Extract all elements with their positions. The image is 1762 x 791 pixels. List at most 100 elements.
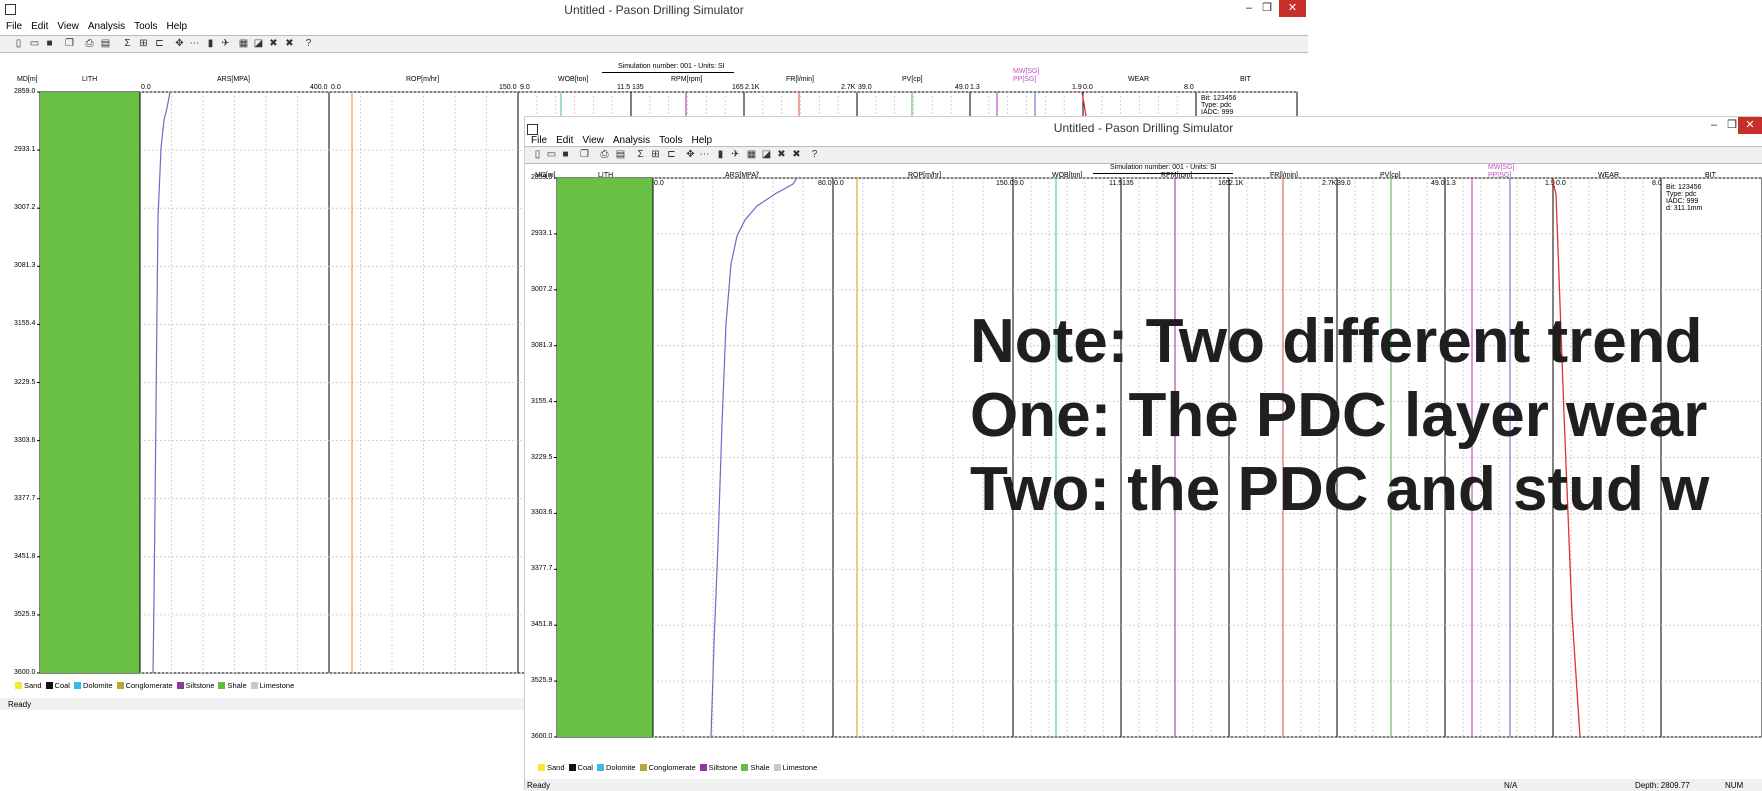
print-icon[interactable]: ⎙ xyxy=(599,149,610,160)
sum-icon[interactable]: Σ xyxy=(122,38,133,49)
depth-tick-label: 3155.4 xyxy=(531,397,553,405)
bug-icon-2[interactable]: ✖ xyxy=(791,149,802,160)
back-toolbar: ▯ ▭ ■ ❐ ⎙ ▤ Σ ⊞ ⊏ ✥ ⋯ ▮ ✈ ▦ ◪ ✖ ✖ ? xyxy=(0,35,1308,53)
print-icon[interactable]: ⎙ xyxy=(84,38,95,49)
note-line-3: Two: the PDC and stud w xyxy=(970,455,1710,524)
tool-icon-2[interactable]: ✈ xyxy=(730,149,741,160)
depth-tick-label: 3303.6 xyxy=(14,436,36,444)
help-icon[interactable]: ? xyxy=(303,38,314,49)
menu-tools[interactable]: Tools xyxy=(134,21,157,32)
tool-icon-2[interactable]: ✈ xyxy=(220,38,231,49)
save-icon[interactable]: ■ xyxy=(44,38,55,49)
bit-info-line: d: 311.1mm xyxy=(1666,205,1703,212)
annotation-note: Note: Two different trend One: The PDC l… xyxy=(970,305,1709,527)
legend-swatch xyxy=(538,764,545,771)
chart-icon[interactable]: ⊞ xyxy=(650,149,661,160)
chart-icon[interactable]: ⊞ xyxy=(138,38,149,49)
tool-icon-1[interactable]: ▮ xyxy=(715,149,726,160)
move-icon[interactable]: ✥ xyxy=(685,149,696,160)
menu-view[interactable]: View xyxy=(57,21,79,32)
bug-icon-2[interactable]: ✖ xyxy=(284,38,295,49)
open-icon[interactable]: ▭ xyxy=(29,38,40,49)
restore-button[interactable]: ❐ xyxy=(1258,0,1276,17)
new-icon[interactable]: ▯ xyxy=(13,38,24,49)
legend-label: Shale xyxy=(227,681,247,690)
grid-icon[interactable]: ▦ xyxy=(238,38,249,49)
back-title-bar: Untitled - Pason Drilling Simulator – ❐ … xyxy=(0,0,1308,20)
legend-label: Dolomite xyxy=(605,763,636,772)
depth-tick-label: 2933.1 xyxy=(531,229,553,237)
legend-swatch xyxy=(15,682,22,689)
front-lithology-legend: Sand Coal Dolomite Conglomerate Siltstone Sha… xyxy=(534,763,817,772)
menu-edit[interactable]: Edit xyxy=(31,21,48,32)
depth-tick-label: 3377.7 xyxy=(14,494,36,502)
menu-tools[interactable]: Tools xyxy=(659,135,682,146)
zoom-icon[interactable]: ◪ xyxy=(253,38,264,49)
preview-icon[interactable]: ▤ xyxy=(100,38,111,49)
flag-icon[interactable]: ⊏ xyxy=(666,149,677,160)
menu-analysis[interactable]: Analysis xyxy=(88,21,125,32)
minimize-button[interactable]: – xyxy=(1240,0,1258,17)
legend-label: Sand xyxy=(24,681,42,690)
open-icon[interactable]: ▭ xyxy=(546,149,557,160)
help-icon[interactable]: ? xyxy=(809,149,820,160)
legend-label: Limestone xyxy=(259,681,295,690)
legend-swatch xyxy=(45,682,53,689)
legend-label: Conglomerate xyxy=(648,763,696,772)
legend-swatch xyxy=(639,764,647,771)
bit-info-line: IADC: 999 xyxy=(1666,198,1699,205)
front-toolbar: ▯ ▭ ■ ❐ ⎙ ▤ Σ ⊞ ⊏ ✥ ⋯ ▮ ✈ ▦ ◪ ✖ ✖ ? xyxy=(525,146,1762,164)
status-na: N/A xyxy=(1504,781,1518,790)
legend-swatch xyxy=(773,764,781,771)
menu-file[interactable]: File xyxy=(6,21,22,32)
menu-view[interactable]: View xyxy=(582,135,604,146)
move-icon[interactable]: ✥ xyxy=(174,38,185,49)
menu-help[interactable]: Help xyxy=(691,135,712,146)
save-icon[interactable]: ■ xyxy=(560,149,571,160)
back-menu-bar: File Edit View Analysis Tools Help xyxy=(0,21,1308,35)
legend-label: Coal xyxy=(54,681,70,690)
flag-icon[interactable]: ⊏ xyxy=(154,38,165,49)
legend-label: Conglomerate xyxy=(125,681,173,690)
menu-help[interactable]: Help xyxy=(166,21,187,32)
dash-icon[interactable]: ⋯ xyxy=(189,38,200,49)
tool-icon-1[interactable]: ▮ xyxy=(205,38,216,49)
legend-swatch xyxy=(568,764,576,771)
bug-icon-1[interactable]: ✖ xyxy=(268,38,279,49)
depth-tick-label: 3081.3 xyxy=(14,262,36,270)
back-lithology-legend: Sand Coal Dolomite Conglomerate Siltstone Sha… xyxy=(11,681,294,690)
copy-icon[interactable]: ❐ xyxy=(64,38,75,49)
legend-label: Coal xyxy=(577,763,593,772)
depth-tick-label: 3600.0 xyxy=(14,669,36,676)
legend-swatch xyxy=(176,682,184,689)
legend-label: Limestone xyxy=(782,763,818,772)
grid-icon[interactable]: ▦ xyxy=(746,149,757,160)
menu-analysis[interactable]: Analysis xyxy=(613,135,650,146)
preview-icon[interactable]: ▤ xyxy=(615,149,626,160)
menu-file[interactable]: File xyxy=(531,135,547,146)
depth-tick-label: 3007.2 xyxy=(531,285,553,293)
depth-tick-label: 2859.0 xyxy=(14,88,36,95)
legend-label: Siltstone xyxy=(708,763,738,772)
note-line-1: Note: Two different trend xyxy=(970,307,1703,376)
minimize-button[interactable]: – xyxy=(1705,117,1723,134)
front-title-bar: Untitled - Pason Drilling Simulator – ❐ … xyxy=(525,117,1762,137)
zoom-icon[interactable]: ◪ xyxy=(761,149,772,160)
bit-info-line: IADC: 999 xyxy=(1201,109,1234,116)
legend-swatch xyxy=(218,682,226,689)
depth-tick-label: 3451.8 xyxy=(14,552,36,560)
depth-tick-label: 3525.9 xyxy=(14,610,36,618)
dash-icon[interactable]: ⋯ xyxy=(699,149,710,160)
depth-tick-label: 3525.9 xyxy=(531,677,553,685)
legend-swatch xyxy=(596,764,604,771)
menu-edit[interactable]: Edit xyxy=(556,135,573,146)
copy-icon[interactable]: ❐ xyxy=(579,149,590,160)
close-button[interactable]: ✕ xyxy=(1279,0,1306,17)
front-window-title: Untitled - Pason Drilling Simulator xyxy=(1053,121,1234,135)
new-icon[interactable]: ▯ xyxy=(532,149,543,160)
close-button[interactable]: ✕ xyxy=(1738,117,1762,134)
status-num: NUM xyxy=(1725,781,1744,790)
sum-icon[interactable]: Σ xyxy=(635,149,646,160)
bug-icon-1[interactable]: ✖ xyxy=(776,149,787,160)
bit-info-line: Type: pdc xyxy=(1201,102,1232,109)
